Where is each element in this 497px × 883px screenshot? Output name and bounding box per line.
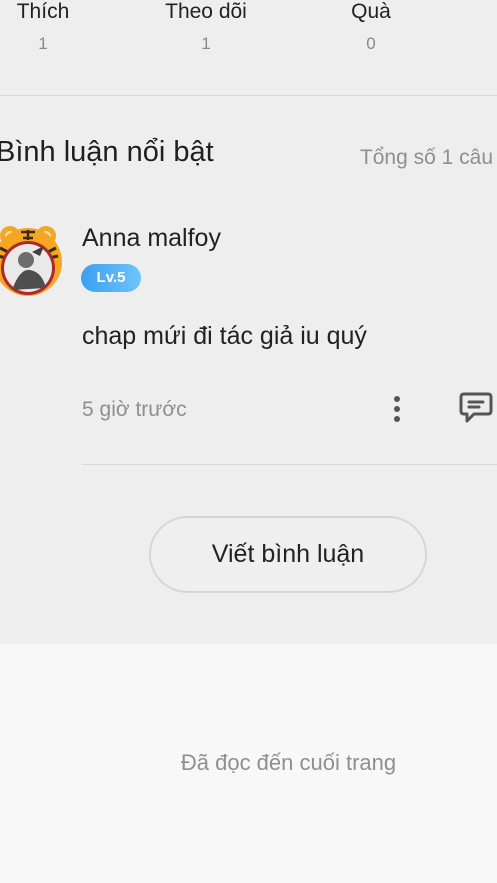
divider (0, 95, 497, 96)
comment-time: 5 giờ trước (82, 398, 187, 421)
tiger-frame-icon (0, 226, 62, 296)
avatar[interactable] (0, 222, 66, 298)
stat-follows-value: 1 (201, 34, 211, 53)
section-title: Bình luận nổi bật (0, 136, 214, 168)
stat-gifts[interactable]: Quà 0 (345, 0, 397, 54)
level-badge: Lv.5 (81, 264, 141, 292)
comment-divider (82, 464, 497, 465)
footer: Đã đọc đến cuối trang (0, 644, 497, 883)
stat-likes-value: 1 (38, 34, 48, 53)
end-of-page-text: Đã đọc đến cuối trang (180, 750, 397, 775)
stat-gifts-value: 0 (366, 34, 376, 53)
comment-total: Tổng số 1 câu (359, 146, 493, 169)
comment-text: chap mứi đi tác giả iu quý (82, 322, 367, 350)
more-vertical-icon[interactable] (386, 393, 408, 425)
comment-bubble-icon[interactable] (458, 391, 494, 425)
stat-follows-label: Theo dõi (165, 0, 247, 23)
stat-gifts-label: Quà (351, 0, 391, 23)
stat-likes[interactable]: Thích 1 (12, 0, 74, 54)
comment-username[interactable]: Anna malfoy (82, 224, 221, 253)
write-comment-button[interactable]: Viết bình luận (149, 516, 427, 593)
stat-likes-label: Thích (16, 0, 70, 23)
stats-bar: Thích 1 Theo dõi 1 Quà 0 (0, 0, 497, 95)
stat-follows[interactable]: Theo dõi 1 (157, 0, 255, 54)
